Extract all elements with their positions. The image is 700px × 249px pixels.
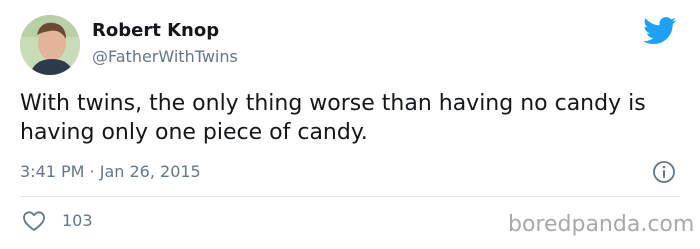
- tweet-text: With twins, the only thing worse than ha…: [20, 91, 646, 145]
- avatar-photo: [20, 15, 80, 75]
- like-count: 103: [62, 211, 93, 230]
- author-handle[interactable]: @FatherWithTwins: [92, 47, 238, 66]
- watermark: boredpanda.com: [508, 212, 695, 237]
- divider: [20, 196, 680, 197]
- info-icon[interactable]: [652, 160, 676, 184]
- twitter-bird-icon[interactable]: [643, 17, 677, 45]
- author-display-name[interactable]: Robert Knop: [92, 20, 219, 41]
- avatar[interactable]: [20, 15, 80, 75]
- heart-icon[interactable]: [22, 210, 46, 232]
- tweet-timestamp[interactable]: 3:41 PM · Jan 26, 2015: [20, 162, 201, 181]
